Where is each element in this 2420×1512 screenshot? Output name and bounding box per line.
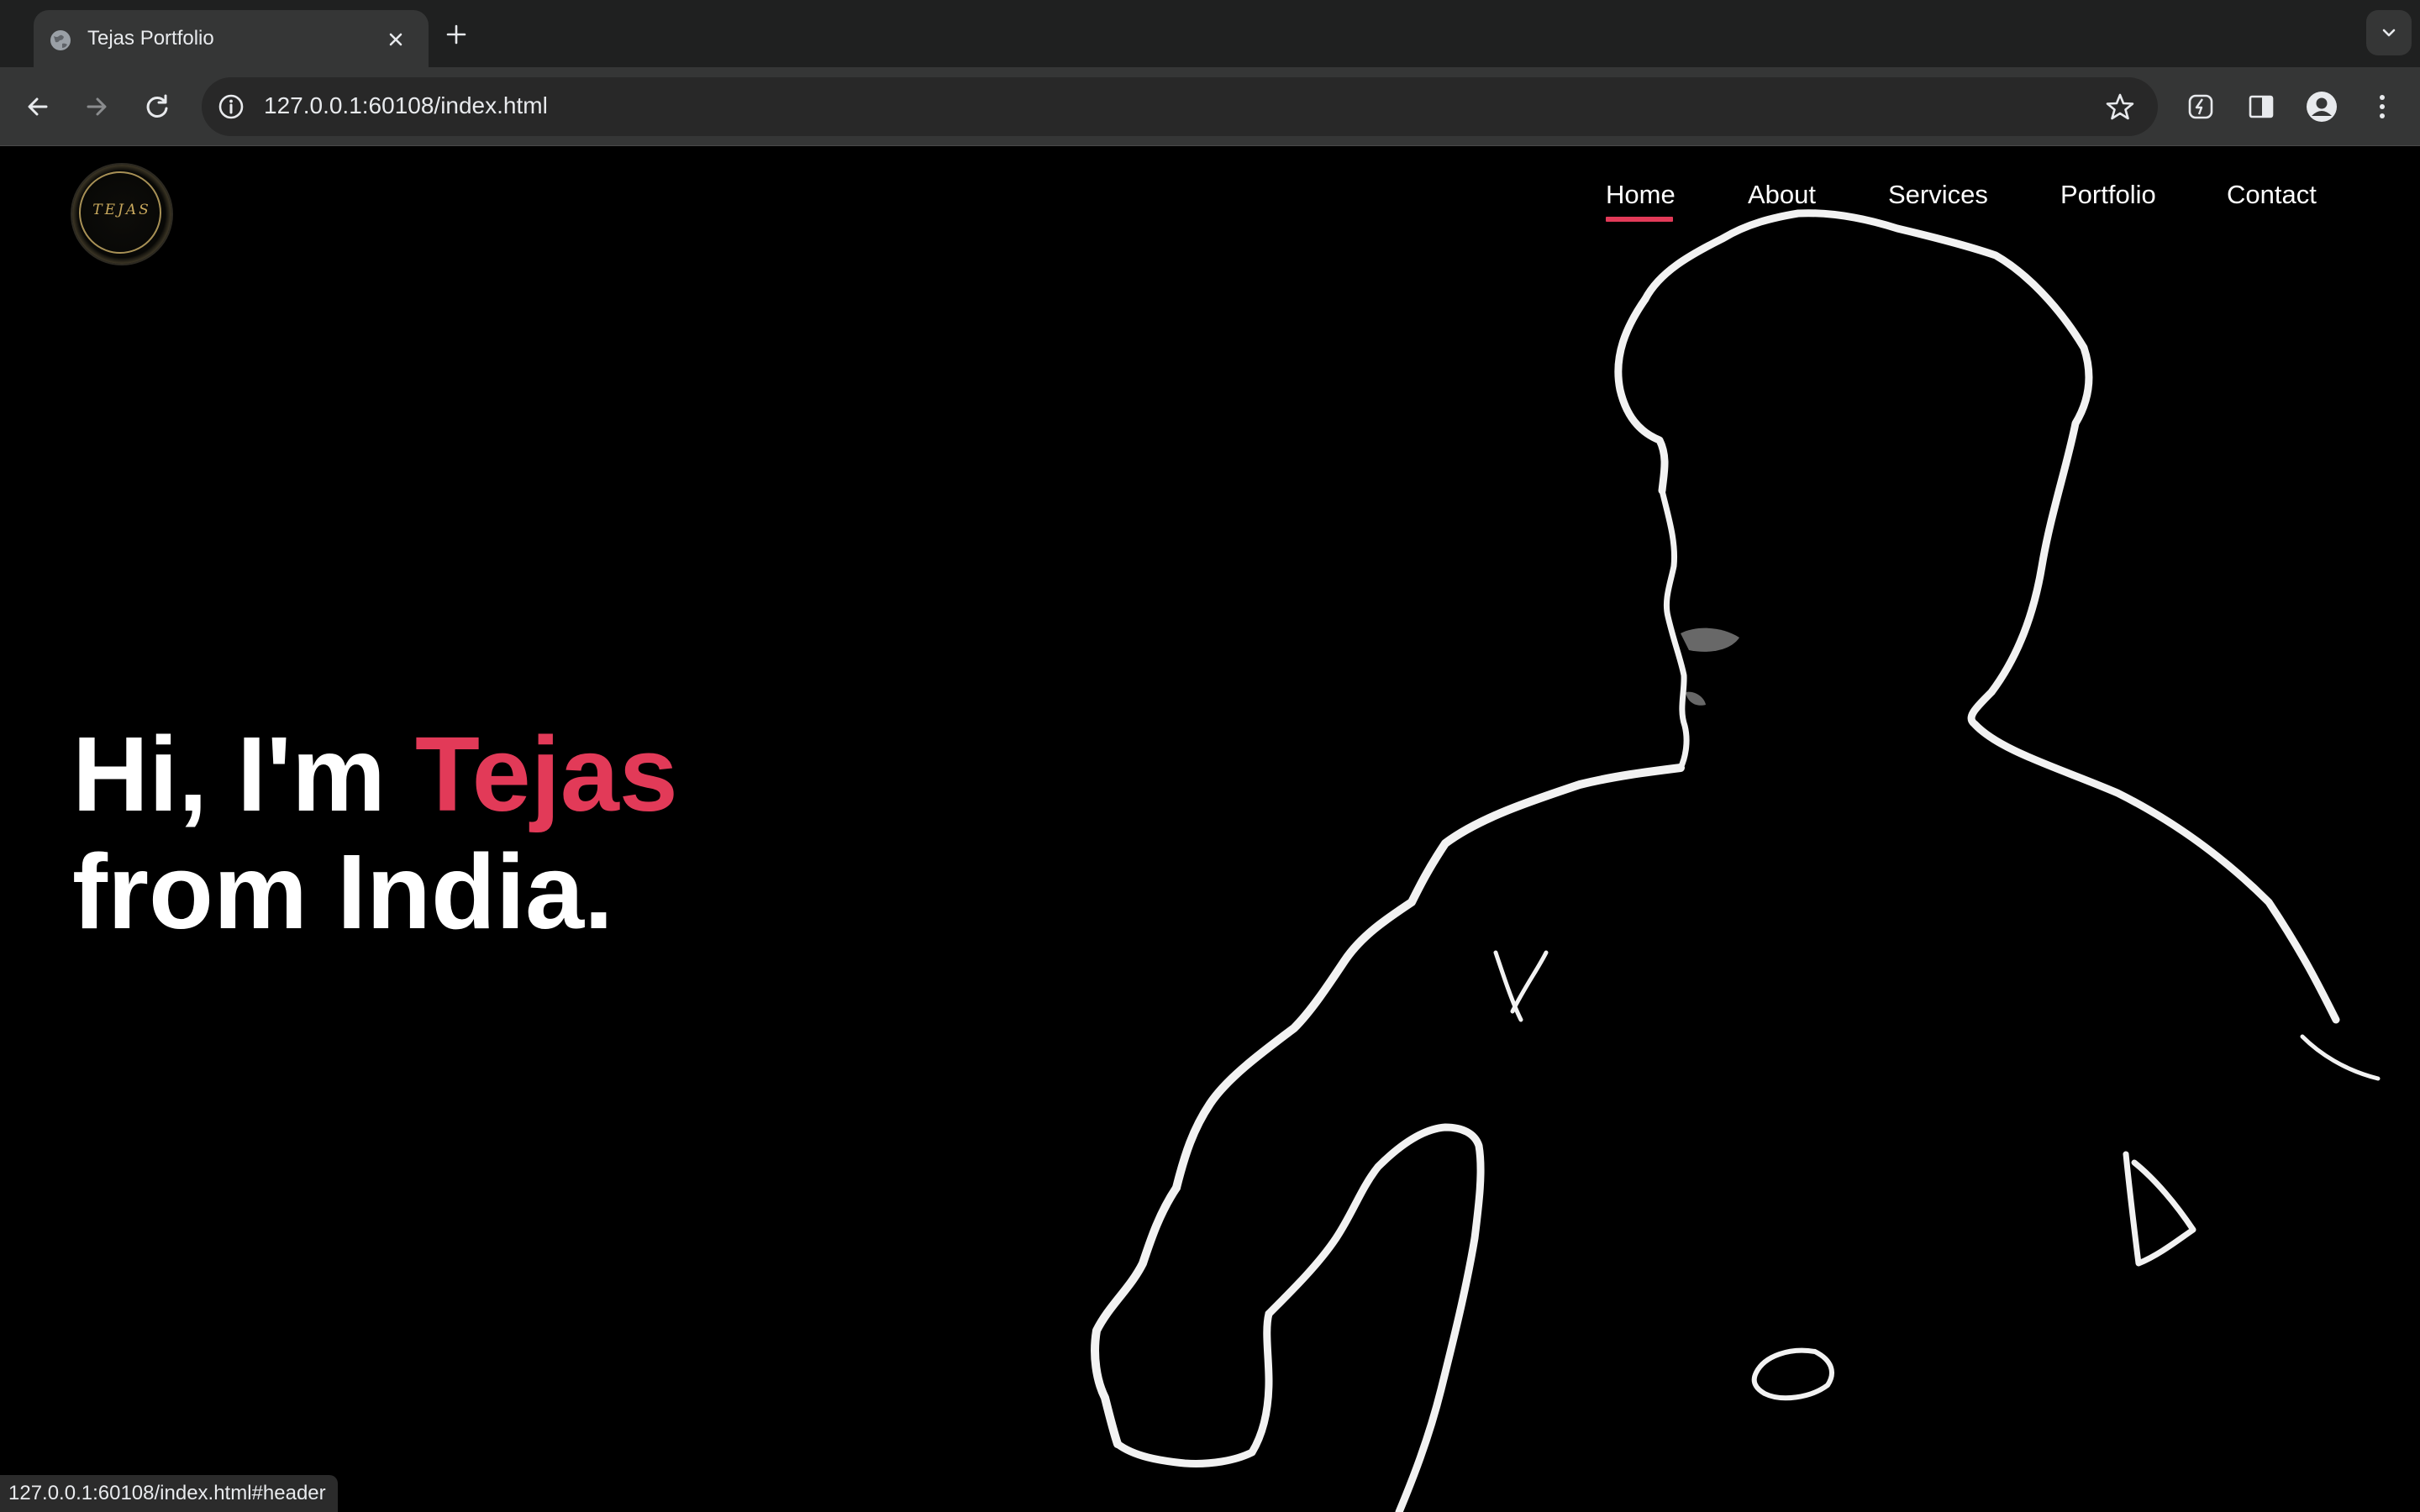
nav-services[interactable]: Services	[1888, 180, 1988, 210]
nav-portfolio[interactable]: Portfolio	[2060, 180, 2156, 210]
tab-title: Tejas Portfolio	[87, 27, 214, 50]
globe-icon	[50, 30, 71, 50]
address-bar[interactable]: 127.0.0.1:60108/index.html	[202, 77, 2158, 136]
plus-icon[interactable]	[442, 20, 471, 49]
hero-origin: from India.	[72, 832, 614, 951]
extension-icon[interactable]	[2181, 87, 2220, 126]
url-text[interactable]: 127.0.0.1:60108/index.html	[264, 92, 548, 119]
active-nav-indicator	[1606, 217, 1673, 222]
site-info-icon[interactable]	[213, 89, 249, 124]
hero-greeting: Hi, I'm	[72, 715, 416, 833]
close-icon[interactable]	[383, 27, 408, 52]
reload-icon[interactable]	[138, 87, 176, 126]
logo-text: TEJAS	[92, 202, 151, 218]
profile-icon[interactable]	[2302, 87, 2341, 126]
browser-tab-strip: Tejas Portfolio	[0, 0, 2420, 67]
nav-home[interactable]: Home	[1606, 180, 1676, 210]
nav-about[interactable]: About	[1748, 180, 1816, 210]
tab-search-button[interactable]	[2366, 10, 2412, 55]
browser-tab[interactable]: Tejas Portfolio	[34, 10, 429, 67]
site-logo[interactable]: TEJAS	[72, 165, 171, 264]
forward-arrow-icon[interactable]	[77, 87, 116, 126]
back-arrow-icon[interactable]	[18, 87, 57, 126]
chevron-down-icon	[2382, 29, 2396, 37]
browser-toolbar: 127.0.0.1:60108/index.html	[0, 67, 2420, 146]
star-icon[interactable]	[2104, 91, 2136, 123]
web-page: TEJAS Home About Services Portfolio Cont…	[0, 146, 2420, 1512]
kebab-menu-icon[interactable]	[2363, 87, 2402, 126]
hero-heading: Hi, I'm Tejas from India.	[72, 716, 678, 951]
hero-name: Tejas	[415, 715, 678, 833]
side-panel-icon[interactable]	[2242, 87, 2281, 126]
nav-contact[interactable]: Contact	[2227, 180, 2317, 210]
link-status-bar: 127.0.0.1:60108/index.html#header	[0, 1475, 338, 1512]
